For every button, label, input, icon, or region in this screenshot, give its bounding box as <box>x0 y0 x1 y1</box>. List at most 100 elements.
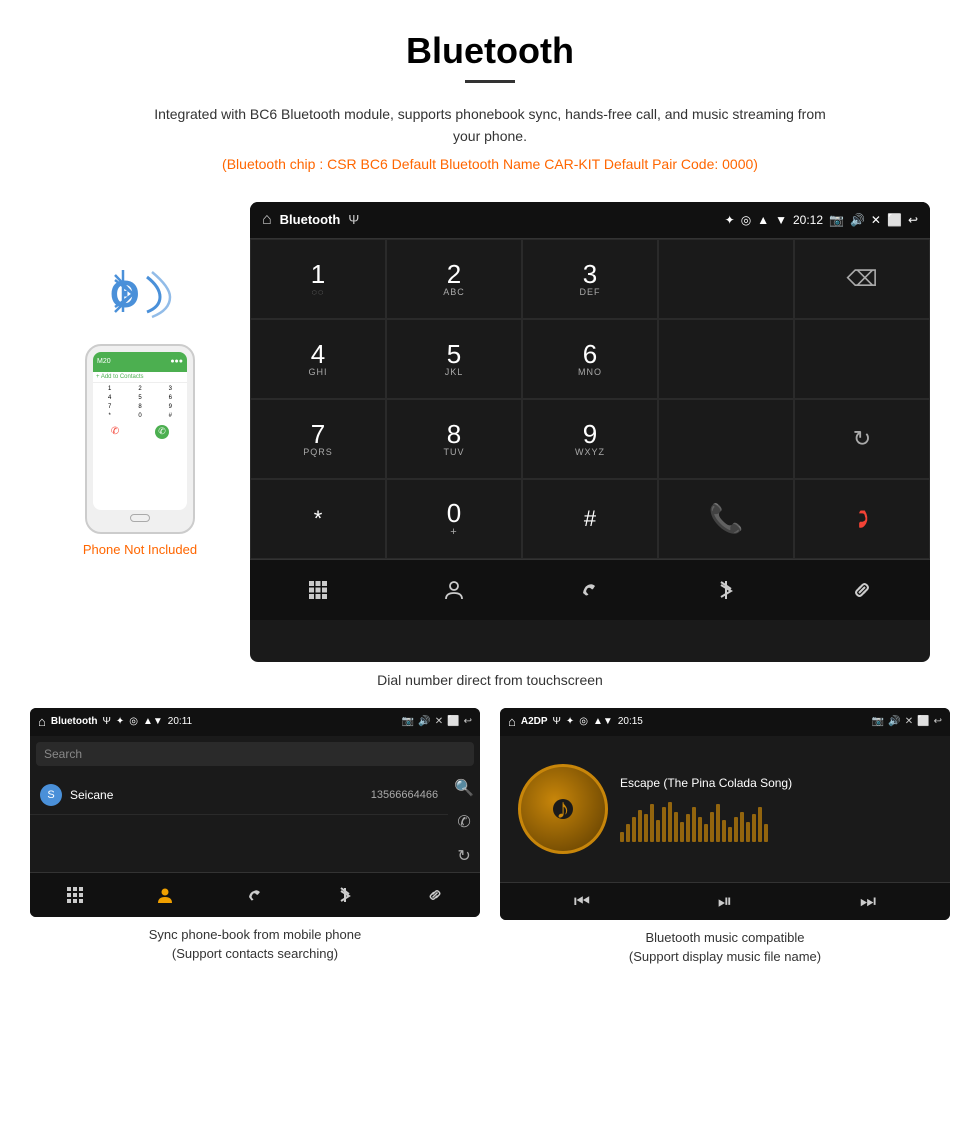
pb-call-icon[interactable]: ✆ <box>457 812 470 832</box>
music-next-btn[interactable]: ⏭ <box>860 891 876 912</box>
android-dialpad-screen: ⌂ Bluetooth Ψ ✦ ◎ ▲ ▼ 20:12 📷 🔊 ✕ ⬜ ↩ 1 <box>250 202 930 662</box>
dial-key-1[interactable]: 1 ◌◌ <box>250 239 386 319</box>
phonebook-main: S Seicane 13566664466 <box>30 772 448 872</box>
pb-cam-icon: 📷 <box>402 716 414 727</box>
phone-mockup: M20 ●●● + Add to Contacts 123 456 789 *0… <box>85 344 195 534</box>
dial-key-hash[interactable]: # <box>522 479 658 559</box>
dialpad-btn-phone[interactable] <box>522 560 658 620</box>
statusbar-right: ✦ ◎ ▲ ▼ 20:12 📷 🔊 ✕ ⬜ ↩ <box>725 213 918 227</box>
dial-call-red[interactable] <box>794 479 930 559</box>
dialpad-btn-link[interactable] <box>794 560 930 620</box>
pb-home-icon[interactable]: ⌂ <box>38 714 46 729</box>
svg-text:ʘ: ʘ <box>110 274 140 316</box>
pb-back-icon: ↩ <box>464 716 472 727</box>
pb-title: Bluetooth <box>51 716 98 727</box>
music-song-title: Escape (The Pina Colada Song) <box>620 776 932 790</box>
dial-backspace[interactable]: ⌫ <box>794 239 930 319</box>
dial-key-4[interactable]: 4 GHI <box>250 319 386 399</box>
phone-dialpad: 123 456 789 *0# <box>93 383 187 422</box>
a2dp-home-icon[interactable]: ⌂ <box>508 714 516 729</box>
bluetooth-wave-icon: ʘ <box>105 262 175 334</box>
window-icon: ⬜ <box>887 213 902 227</box>
dial-key-5[interactable]: 5 JKL <box>386 319 522 399</box>
statusbar-title: Bluetooth <box>280 212 341 227</box>
usb-icon: Ψ <box>348 212 359 227</box>
dialpad-grid: 1 ◌◌ 2 ABC 3 DEF ⌫ 4 GHI 5 JKL <box>250 238 930 559</box>
page-description: Integrated with BC6 Bluetooth module, su… <box>140 103 840 148</box>
close-icon: ✕ <box>871 213 881 227</box>
dial-call-green[interactable]: 📞 <box>658 479 794 559</box>
pb-btn-grid[interactable] <box>30 873 120 917</box>
dialpad-btn-bluetooth[interactable] <box>658 560 794 620</box>
pb-close-icon: ✕ <box>435 716 443 727</box>
pb-search-icon[interactable]: 🔍 <box>454 778 474 798</box>
pb-btn-phone[interactable] <box>210 873 300 917</box>
dialpad-statusbar: ⌂ Bluetooth Ψ ✦ ◎ ▲ ▼ 20:12 📷 🔊 ✕ ⬜ ↩ <box>250 202 930 238</box>
main-section: ʘ M20 ●●● + Add to Contacts 123 4 <box>0 202 980 662</box>
dial-empty-1 <box>658 239 794 319</box>
dial-key-star[interactable]: * <box>250 479 386 559</box>
statusbar-left: ⌂ Bluetooth Ψ <box>262 211 359 229</box>
a2dp-vol-icon: 🔊 <box>888 716 900 727</box>
a2dp-time: 20:15 <box>618 716 643 727</box>
a2dp-bt-icon: ✦ <box>566 716 574 727</box>
back-icon: ↩ <box>908 213 918 227</box>
camera-icon: 📷 <box>829 213 844 227</box>
home-icon[interactable]: ⌂ <box>262 211 272 229</box>
page-title: Bluetooth <box>0 0 980 80</box>
music-album-art: ♪ <box>518 764 608 854</box>
wifi-icon: ▼ <box>775 213 787 227</box>
pb-time: 20:11 <box>168 716 192 727</box>
phonebook-list: S Seicane 13566664466 <box>30 772 448 819</box>
a2dp-caption: Bluetooth music compatible (Support disp… <box>629 928 821 967</box>
phonebook-screen-wrap: ⌂ Bluetooth Ψ ✦ ◎ ▲▼ 20:11 📷 🔊 ✕ ⬜ ↩ <box>30 708 480 967</box>
phonebook-content: S Seicane 13566664466 🔍 ✆ ↻ <box>30 772 480 872</box>
contact-name: Seicane <box>70 788 371 802</box>
pb-btn-contacts[interactable] <box>120 873 210 917</box>
pb-wifi-icon: ▲▼ <box>143 716 163 727</box>
pb-usb-icon: Ψ <box>103 716 111 727</box>
dial-empty-4 <box>658 399 794 479</box>
dial-key-6[interactable]: 6 MNO <box>522 319 658 399</box>
dialpad-btn-grid[interactable] <box>250 560 386 620</box>
a2dp-screen-wrap: ⌂ A2DP Ψ ✦ ◎ ▲▼ 20:15 📷 🔊 ✕ ⬜ ↩ <box>500 708 950 967</box>
contact-number: 13566664466 <box>371 789 438 801</box>
phone-home-button <box>130 514 150 522</box>
phonebook-search-bar[interactable]: Search <box>36 742 474 766</box>
phone-add-contact: + Add to Contacts <box>93 372 187 383</box>
dial-key-0[interactable]: 0 + <box>386 479 522 559</box>
music-controls: ⏮ ⏯ ⏭ <box>500 882 950 920</box>
a2dp-close-icon: ✕ <box>905 716 913 727</box>
bluetooth-specs: (Bluetooth chip : CSR BC6 Default Blueto… <box>0 156 980 172</box>
phonebook-right-icons: 🔍 ✆ ↻ <box>448 772 480 872</box>
dial-key-8[interactable]: 8 TUV <box>386 399 522 479</box>
dial-refresh[interactable]: ↻ <box>794 399 930 479</box>
dialpad-btn-contacts[interactable] <box>386 560 522 620</box>
pb-btn-link[interactable] <box>390 873 480 917</box>
a2dp-back-icon: ↩ <box>934 716 942 727</box>
signal-icon: ▲ <box>757 213 769 227</box>
pb-sync-icon[interactable]: ↻ <box>457 846 470 866</box>
location-icon: ◎ <box>741 213 751 227</box>
a2dp-content: ♪ Escape (The Pina Colada Song) <box>500 736 950 882</box>
phone-illustration: ʘ M20 ●●● + Add to Contacts 123 4 <box>50 202 230 557</box>
dial-key-7[interactable]: 7 PQRS <box>250 399 386 479</box>
time-display: 20:12 <box>793 213 823 227</box>
music-prev-btn[interactable]: ⏮ <box>574 891 590 912</box>
volume-icon: 🔊 <box>850 213 865 227</box>
dial-caption: Dial number direct from touchscreen <box>0 672 980 688</box>
phonebook-item[interactable]: S Seicane 13566664466 <box>30 776 448 815</box>
a2dp-usb-icon: Ψ <box>553 716 561 727</box>
a2dp-screen: ⌂ A2DP Ψ ✦ ◎ ▲▼ 20:15 📷 🔊 ✕ ⬜ ↩ <box>500 708 950 920</box>
pb-btn-bluetooth[interactable] <box>300 873 390 917</box>
phonebook-screen: ⌂ Bluetooth Ψ ✦ ◎ ▲▼ 20:11 📷 🔊 ✕ ⬜ ↩ <box>30 708 480 917</box>
dial-key-2[interactable]: 2 ABC <box>386 239 522 319</box>
phonebook-bottom-bar <box>30 872 480 917</box>
dial-key-9[interactable]: 9 WXYZ <box>522 399 658 479</box>
dial-key-3[interactable]: 3 DEF <box>522 239 658 319</box>
phone-bottom-bar: ✆ ✆ <box>93 422 187 442</box>
phonebook-caption: Sync phone-book from mobile phone (Suppo… <box>149 925 361 964</box>
phonebook-statusbar: ⌂ Bluetooth Ψ ✦ ◎ ▲▼ 20:11 📷 🔊 ✕ ⬜ ↩ <box>30 708 480 736</box>
contact-avatar: S <box>40 784 62 806</box>
music-play-pause-btn[interactable]: ⏯ <box>718 891 732 912</box>
